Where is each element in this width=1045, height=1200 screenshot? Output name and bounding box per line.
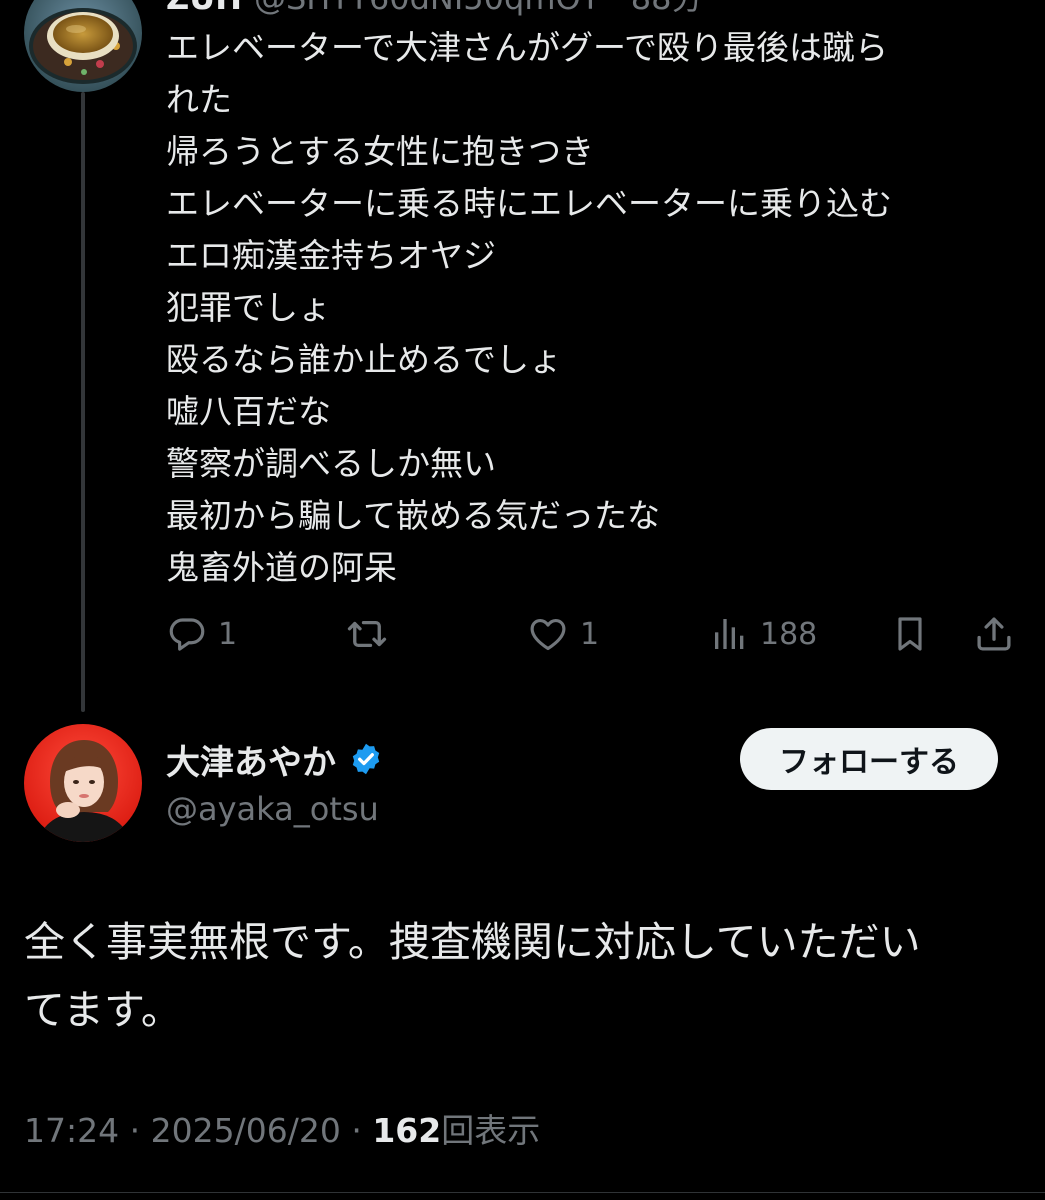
parent-text-line: エレベーターに乗る時にエレベーターに乗り込む <box>166 184 892 223</box>
reply-icon <box>169 618 205 651</box>
parent-text-line: れた <box>166 80 232 119</box>
like-count: 1 <box>580 616 600 652</box>
tweet-time[interactable]: 17:24 <box>24 1111 119 1150</box>
views-bar-icon <box>715 619 744 649</box>
heart-icon <box>530 618 566 651</box>
main-display-name[interactable]: 大津あやか <box>166 735 336 784</box>
share-icon <box>977 617 1011 651</box>
meta-separator: · <box>129 1111 141 1150</box>
parent-action-bar: 1 1 188 <box>0 606 1045 662</box>
retweet-button[interactable] <box>344 606 400 662</box>
parent-display-name[interactable]: ZUH <box>166 0 242 17</box>
main-display-name-row: 大津あやか <box>166 735 384 784</box>
parent-tweet-text: エレベーターで大津さんがグーで殴り最後は蹴ら れた 帰ろうとする女性に抱きつき … <box>166 22 1026 594</box>
like-button[interactable]: 1 <box>526 606 599 662</box>
main-text-line: 全く事実無根です。捜査機関に対応していただい <box>24 918 921 966</box>
parent-text-line: 殴るなら誰か止めるでしょ <box>166 340 562 379</box>
reply-button[interactable]: 1 <box>166 606 237 662</box>
teacup-avatar-icon <box>24 0 142 92</box>
parent-text-line: 警察が調べるしか無い <box>166 444 496 483</box>
follow-button[interactable]: フォローする <box>740 728 998 790</box>
verified-badge-icon[interactable] <box>348 741 384 777</box>
share-button[interactable] <box>972 606 1016 662</box>
parent-handle-time[interactable]: @SHTT60dNI50qmOT · 88分 <box>254 0 704 17</box>
bookmark-button[interactable] <box>890 606 930 662</box>
tweet-views-count[interactable]: 162 <box>372 1111 441 1150</box>
main-handle[interactable]: @ayaka_otsu <box>166 787 379 831</box>
parent-text-line: エロ痴漢金持ちオヤジ <box>166 236 496 275</box>
tweet-views-label: 回表示 <box>441 1111 541 1150</box>
parent-text-line: 犯罪でしょ <box>166 288 331 327</box>
parent-text-line: 鬼畜外道の阿呆 <box>166 548 397 587</box>
tweet-metadata: 17:24 · 2025/06/20 · 162回表示 <box>24 1108 540 1154</box>
parent-text-line: エレベーターで大津さんがグーで殴り最後は蹴ら <box>166 28 889 67</box>
bookmark-icon <box>898 617 922 651</box>
main-tweet-text: 全く事実無根です。捜査機関に対応していただい てます。 <box>24 908 1014 1044</box>
meta-separator: · <box>351 1111 362 1150</box>
main-avatar[interactable] <box>24 724 142 842</box>
divider <box>0 1192 1045 1193</box>
profile-photo-avatar-icon <box>24 724 142 842</box>
retweet-icon <box>347 620 387 648</box>
views-count: 188 <box>760 616 818 652</box>
reply-count: 1 <box>218 616 238 652</box>
parent-text-line: 嘘八百だな <box>166 392 331 431</box>
parent-text-line: 最初から騙して嵌める気だったな <box>166 496 661 535</box>
main-text-line: てます。 <box>24 986 182 1034</box>
tweet-date[interactable]: 2025/06/20 <box>151 1111 341 1150</box>
parent-header: ZUH @SHTT60dNI50qmOT · 88分 <box>166 0 703 18</box>
parent-avatar[interactable] <box>24 0 142 92</box>
views-button[interactable]: 188 <box>710 606 817 662</box>
parent-text-line: 帰ろうとする女性に抱きつき <box>166 132 595 171</box>
